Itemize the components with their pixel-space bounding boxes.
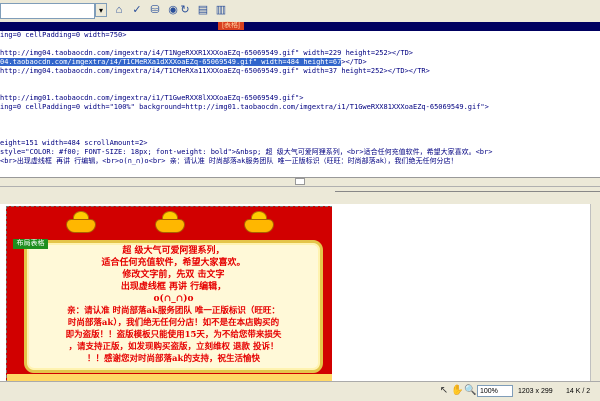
marquee-text-line: 适合任何充值软件，希望大家喜欢。	[101, 258, 246, 268]
table-tag-label[interactable]: [表格]	[218, 22, 244, 30]
zoom-select[interactable]: 100%	[477, 385, 513, 397]
select-tool-icon[interactable]: ↖	[438, 385, 450, 397]
validate-icon[interactable]: ✓	[130, 3, 144, 17]
split-handle[interactable]	[295, 178, 305, 185]
code-line: ing=0 cellPadding=0 width="100%" backgro…	[0, 103, 489, 111]
file-management-icon[interactable]: ⌂	[112, 3, 126, 17]
marquee-text-line: 亲：请认准 时尚部落ak服务团队 唯一正版标识（旺旺：	[67, 306, 280, 316]
marquee-text-line: 出现虚线框 再讲 行编辑，	[120, 282, 227, 292]
table-width-ruler	[335, 191, 600, 202]
gold-ingot-icon	[244, 211, 274, 233]
marquee-panel[interactable]: 超 级大气可爱阿狸系列， 适合任何充值软件，希望大家喜欢。 修改文字前，先双 击…	[24, 240, 323, 373]
toolbar: ▾ ⌂ ✓ ⛁ ◉ ↻ ▤ ▥	[0, 0, 600, 23]
marquee-text-line: 超 级大气可爱阿狸系列，	[122, 246, 225, 256]
code-line: http://img04.taobaocdn.com/imgextra/i4/T…	[0, 49, 414, 57]
banner-table[interactable]: 布局表格 超 级大气可爱阿狸系列， 适合任何充值软件，希望大家喜欢。 修改文字前…	[6, 206, 333, 381]
marquee-text-line: 修改文字前，先双 击文字	[122, 270, 225, 280]
design-scrollbar[interactable]	[590, 204, 600, 381]
code-line: http://img01.taobaocdn.com/imgextra/i1/T…	[0, 94, 304, 102]
layout-table-tag[interactable]: 布局表格	[13, 239, 48, 249]
browser-icon[interactable]: ⛁	[148, 3, 162, 17]
refresh-icon[interactable]: ↻	[178, 3, 192, 17]
status-bar: ↖ ✋ 🔍 100% 1203 x 299 14 K / 2	[0, 381, 600, 401]
gold-ingot-icon	[66, 211, 96, 233]
zoom-tool-icon[interactable]: 🔍	[464, 385, 476, 397]
title-input[interactable]	[0, 3, 95, 19]
gold-ingot-icon	[155, 211, 185, 233]
banner-bottom-strip	[7, 374, 332, 381]
view-icon[interactable]: ▥	[214, 3, 228, 17]
marquee-text-line: 时尚部落ak），我们绝无任何分店！如不是在本店购买的	[67, 318, 280, 328]
code-line: 04.taobaocdn.com/imgextra/i4/T1CMeRXa1dX…	[0, 58, 367, 66]
code-view[interactable]: ing=0 cellPadding=0 width=750> http://im…	[0, 31, 600, 178]
code-line: ing=0 cellPadding=0 width=750>	[0, 31, 127, 39]
download-size: 14 K / 2	[566, 388, 591, 395]
marquee-text-line: 即为盗版！！盗版模板只能使用15天，为不给您带来损失	[65, 330, 282, 340]
code-line: <br>出现虚线框 再讲 行编辑，<br>o(∩_∩)o<br> 亲：请认准 时…	[0, 157, 458, 165]
marquee-text-line: o(∩_∩)o	[153, 294, 194, 304]
code-line: style="COLOR: #f00; FONT-SIZE: 18px; fon…	[0, 148, 493, 156]
code-line: eight=151 width=484 scrollAmount=2>	[0, 139, 148, 147]
code-line: http://img04.taobaocdn.com/imgextra/i4/T…	[0, 67, 430, 75]
design-empty-area[interactable]	[332, 206, 600, 381]
marquee-text-line: ，请支持正版，如发现购买盗版，立刻维权 退款 投诉！	[68, 342, 279, 352]
design-view[interactable]: 布局表格 超 级大气可爱阿狸系列， 适合任何充值软件，希望大家喜欢。 修改文字前…	[0, 204, 600, 381]
hand-tool-icon[interactable]: ✋	[451, 385, 463, 397]
window-size[interactable]: 1203 x 299	[518, 386, 553, 398]
marquee-text-line: ！！感谢您对时尚部落ak的支持，祝生活愉快	[87, 354, 260, 364]
options-icon[interactable]: ▤	[196, 3, 210, 17]
title-dropdown-button[interactable]: ▾	[95, 3, 107, 17]
